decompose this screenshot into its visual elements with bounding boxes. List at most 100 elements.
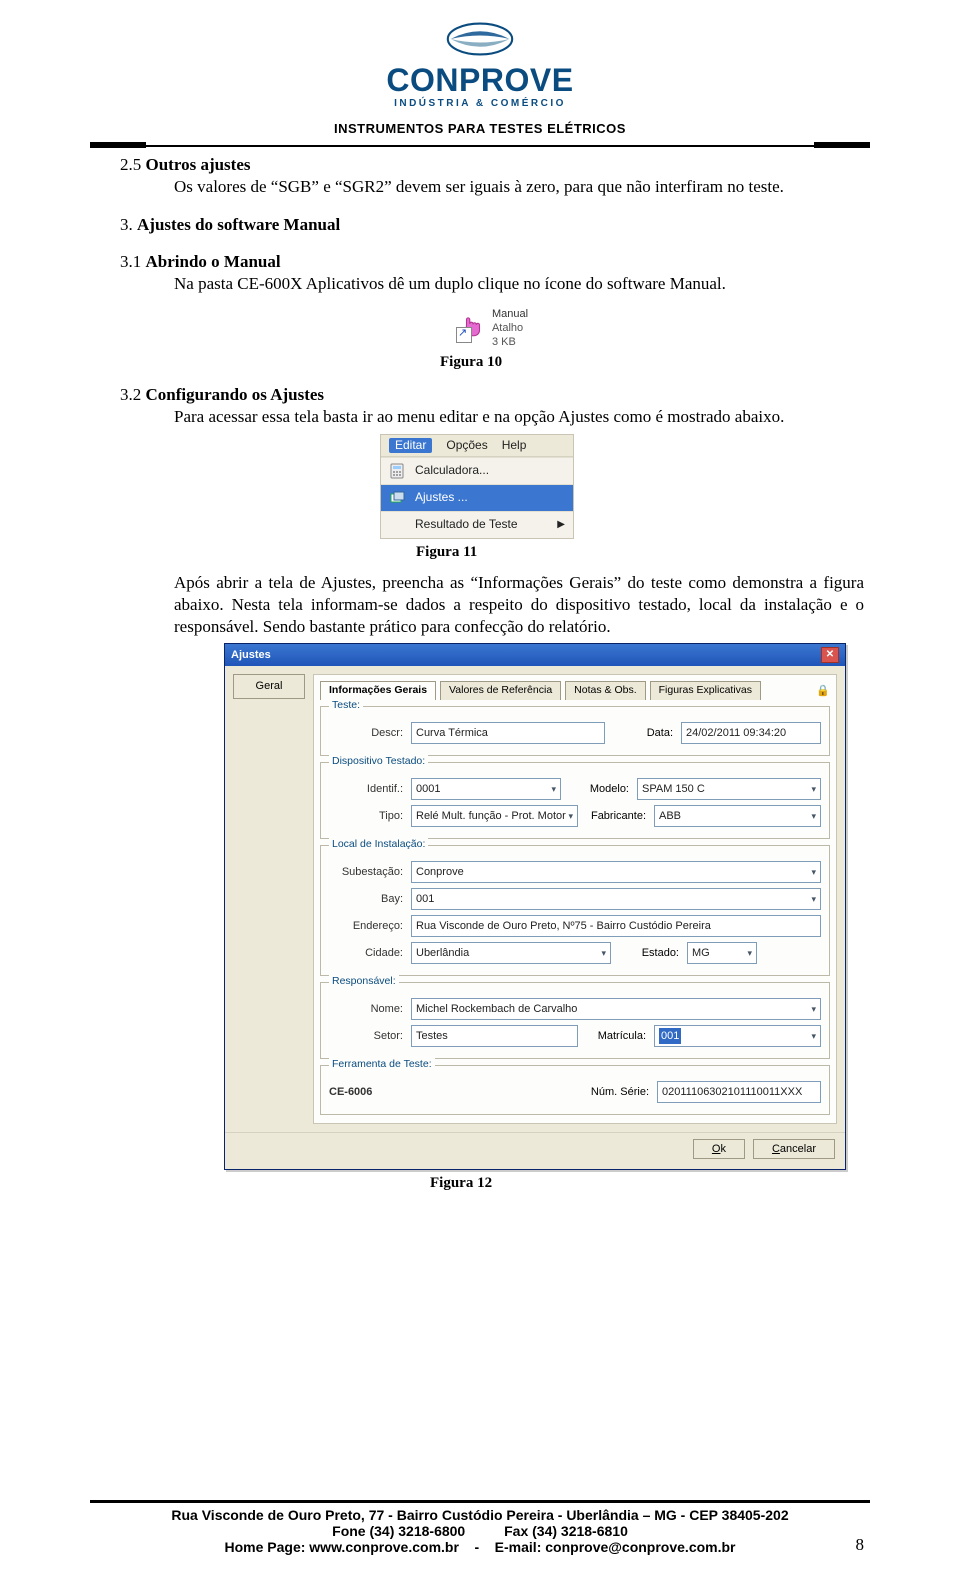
group-legend: Dispositivo Testado: (329, 755, 428, 768)
shortcut-arrow-icon (456, 327, 472, 343)
menu-item-label: Calculadora... (415, 463, 489, 478)
logo: CONPROVE INDÚSTRIA & COMÉRCIO (386, 18, 573, 109)
group-legend: Ferramenta de Teste: (329, 1058, 435, 1071)
label-num-serie: Núm. Série: (579, 1085, 649, 1099)
brand-name: CONPROVE (386, 64, 573, 96)
caption-fig-11: Figura 11 (120, 543, 864, 562)
footer-line-1: Rua Visconde de Ouro Preto, 77 - Bairro … (0, 1507, 960, 1523)
menu-item-ajustes[interactable]: Ajustes ... (381, 484, 573, 511)
menu-item-calculadora[interactable]: Calculadora... (381, 457, 573, 484)
input-tipo[interactable]: Relé Mult. função - Prot. Motor▾ (411, 805, 578, 827)
menu-item-label: Resultado de Teste (415, 517, 518, 532)
chevron-down-icon[interactable]: ▾ (601, 945, 606, 961)
heading-3-1-num: 3.1 (120, 252, 146, 271)
heading-2-5-num: 2.5 (120, 155, 146, 174)
tab-info-gerais[interactable]: Informações Gerais (320, 681, 436, 699)
input-endereco[interactable]: Rua Visconde de Ouro Preto, Nº75 - Bairr… (411, 915, 821, 937)
caption-fig-10: Figura 10 (120, 353, 864, 372)
input-matricula[interactable]: 001▾ (654, 1025, 821, 1047)
dialog-titlebar: Ajustes ✕ (225, 644, 845, 666)
page-number: 8 (856, 1535, 865, 1555)
heading-3-title: Ajustes do software Manual (137, 215, 340, 234)
caption-fig-12: Figura 12 (120, 1174, 864, 1193)
group-responsavel: Responsável: Nome: Michel Rockembach de … (320, 982, 830, 1059)
header-rule (90, 142, 870, 148)
group-legend: Responsável: (329, 975, 399, 988)
input-cidade[interactable]: Uberlândia▾ (411, 942, 611, 964)
brand-sub: INDÚSTRIA & COMÉRCIO (386, 98, 573, 109)
ok-button[interactable]: Ok (693, 1139, 745, 1159)
para-3-2: Para acessar essa tela basta ir ao menu … (174, 406, 864, 428)
side-tab-geral[interactable]: Geral (233, 674, 305, 698)
chevron-down-icon[interactable]: ▾ (811, 808, 816, 824)
label-endereco: Endereço: (329, 919, 403, 933)
chevron-down-icon[interactable]: ▾ (811, 891, 816, 907)
heading-2-5-title: Outros ajustes (146, 155, 251, 174)
logo-mark-icon (445, 18, 515, 60)
chevron-down-icon[interactable]: ▾ (811, 1028, 816, 1044)
input-setor[interactable]: Testes (411, 1025, 578, 1047)
shortcut-meta: Manual Atalho 3 KB (492, 307, 528, 349)
close-icon[interactable]: ✕ (821, 647, 839, 663)
label-bay: Bay: (329, 892, 403, 906)
chevron-down-icon[interactable]: ▾ (568, 808, 573, 824)
shortcut-icon (456, 313, 486, 343)
dialog-title: Ajustes (231, 648, 271, 662)
heading-3-1-title: Abrindo o Manual (146, 252, 281, 271)
label-modelo: Modelo: (569, 782, 629, 796)
input-subestacao[interactable]: Conprove▾ (411, 861, 821, 883)
dialog-figure: Ajustes ✕ Geral Informações Gerais Valor… (224, 643, 864, 1170)
menu-item-resultado[interactable]: Resultado de Teste ▶ (381, 511, 573, 538)
group-legend: Local de Instalação: (329, 838, 428, 851)
input-identif[interactable]: 0001▾ (411, 778, 561, 800)
menubar: Editar Opções Help (381, 435, 573, 457)
tab-figuras[interactable]: Figuras Explicativas (650, 681, 761, 699)
menubar-help[interactable]: Help (502, 438, 527, 453)
input-descr[interactable]: Curva Térmica (411, 722, 605, 744)
heading-2-5: 2.5 Outros ajustes (120, 154, 864, 176)
chevron-down-icon[interactable]: ▾ (551, 781, 556, 797)
label-matricula: Matrícula: (586, 1029, 646, 1043)
label-ce6006: CE-6006 (329, 1085, 409, 1099)
tab-notas[interactable]: Notas & Obs. (565, 681, 645, 699)
heading-3: 3. Ajustes do software Manual (120, 214, 864, 236)
input-data[interactable]: 24/02/2011 09:34:20 (681, 722, 821, 744)
label-cidade: Cidade: (329, 946, 403, 960)
settings-icon (389, 490, 405, 506)
label-descr: Descr: (329, 726, 403, 740)
lock-icon: 🔒 (816, 684, 830, 698)
group-legend: Teste: (329, 699, 363, 712)
tab-valores-ref[interactable]: Valores de Referência (440, 681, 561, 699)
submenu-arrow-icon: ▶ (557, 519, 565, 532)
shortcut-name: Manual (492, 307, 528, 321)
para-3-2-after: Após abrir a tela de Ajustes, preencha a… (174, 572, 864, 637)
para-3-1: Na pasta CE-600X Aplicativos dê um duplo… (174, 273, 864, 295)
footer: Rua Visconde de Ouro Preto, 77 - Bairro … (0, 1500, 960, 1555)
chevron-down-icon[interactable]: ▾ (811, 864, 816, 880)
input-nome[interactable]: Michel Rockembach de Carvalho▾ (411, 998, 821, 1020)
chevron-down-icon[interactable]: ▾ (811, 781, 816, 797)
input-bay[interactable]: 001▾ (411, 888, 821, 910)
heading-3-2-num: 3.2 (120, 385, 146, 404)
menubar-opcoes[interactable]: Opções (446, 438, 487, 453)
tagline: INSTRUMENTOS PARA TESTES ELÉTRICOS (0, 121, 960, 136)
input-estado[interactable]: MG▾ (687, 942, 757, 964)
menu-item-label: Ajustes ... (415, 490, 468, 505)
shortcut-size: 3 KB (492, 335, 528, 349)
chevron-down-icon[interactable]: ▾ (811, 1001, 816, 1017)
input-fabricante[interactable]: ABB▾ (654, 805, 821, 827)
heading-3-num: 3. (120, 215, 137, 234)
heading-3-2-title: Configurando os Ajustes (146, 385, 325, 404)
menubar-editar[interactable]: Editar (389, 438, 432, 453)
label-nome: Nome: (329, 1002, 403, 1016)
cancel-button[interactable]: Cancelar (753, 1139, 835, 1159)
footer-line-2: Fone (34) 3218-6800 Fax (34) 3218-6810 (0, 1523, 960, 1539)
chevron-down-icon[interactable]: ▾ (747, 945, 752, 961)
para-2-5: Os valores de “SGB” e “SGR2” devem ser i… (174, 176, 864, 198)
heading-3-1: 3.1 Abrindo o Manual (120, 251, 864, 273)
input-modelo[interactable]: SPAM 150 C▾ (637, 778, 821, 800)
input-num-serie[interactable]: 02011106302101110011XXX (657, 1081, 821, 1103)
label-setor: Setor: (329, 1029, 403, 1043)
header: CONPROVE INDÚSTRIA & COMÉRCIO INSTRUMENT… (0, 0, 960, 136)
heading-3-2: 3.2 Configurando os Ajustes (120, 384, 864, 406)
